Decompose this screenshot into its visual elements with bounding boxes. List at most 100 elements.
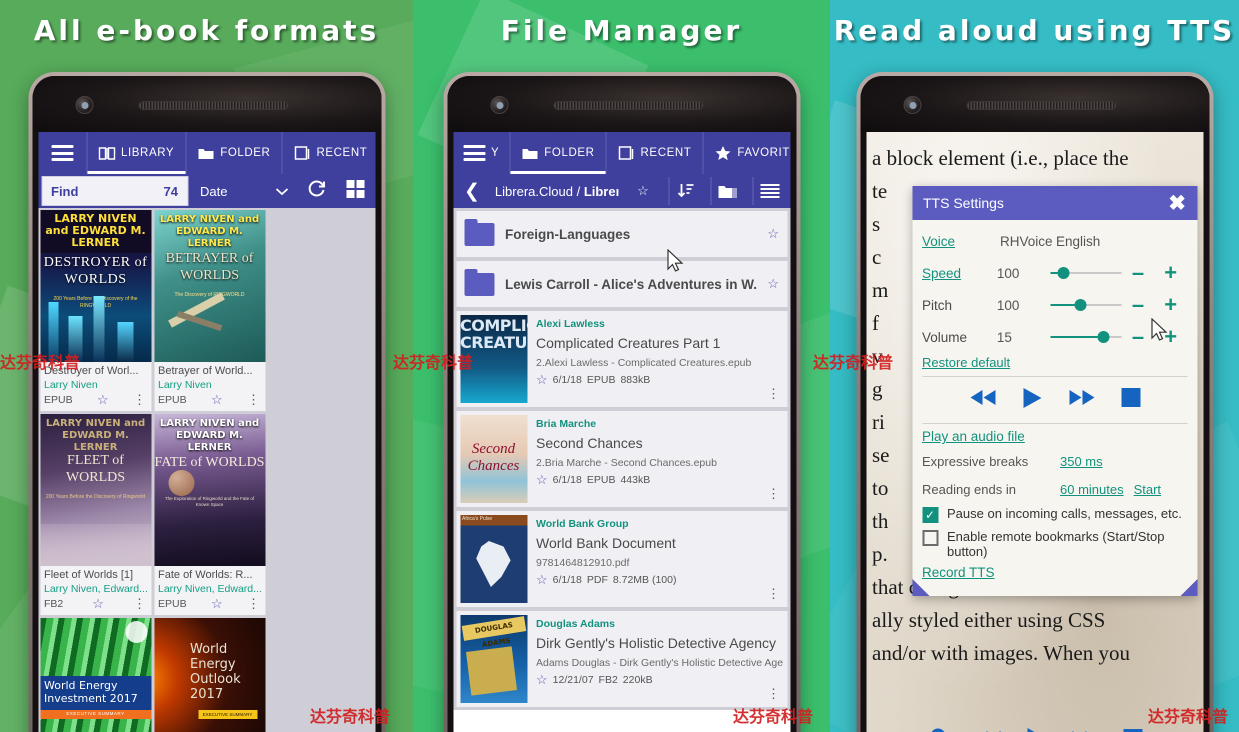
breadcrumb[interactable]: Librera.Cloud / Librera.Cloud [495,184,618,199]
folder-name: Lewis Carroll - Alice's Adventures in W.… [505,276,757,292]
tab-recent[interactable]: RECENT [607,132,704,174]
file-format: EPUB [586,474,616,486]
book-card[interactable]: World Energy Outlook 2017 EXECUTIVE SUMM… [154,618,265,732]
file-row[interactable]: Africa's Pulse World Bank Group World Ba… [456,511,787,607]
overflow-menu-icon[interactable]: ⋮ [247,597,260,610]
file-author: Douglas Adams [536,618,615,630]
close-icon[interactable]: ✖ [1168,193,1186,214]
reading-ends-value[interactable]: 60 minutes [1060,482,1124,497]
app-screen: a block element (i.e., place the te s c … [866,132,1203,732]
overflow-menu-icon[interactable]: ⋮ [133,393,146,406]
remote-bookmarks-row[interactable]: Enable remote bookmarks (Start/Stop butt… [922,526,1187,562]
tab-folder[interactable]: FOLDER [186,132,283,174]
settings-icon[interactable] [927,727,950,732]
pitch-increase-button[interactable]: + [1154,294,1187,316]
favorite-star-icon[interactable]: ☆ [767,276,779,292]
book-card[interactable]: LARRY NIVEN and EDWARD M. LERNER FLEET o… [40,414,151,615]
restore-default-link[interactable]: Restore default [922,353,1187,374]
file-row[interactable]: COMPLICATED CREATURES Alexi Lawless Comp… [456,311,787,407]
overflow-menu-icon[interactable]: ⋮ [767,387,780,400]
favorite-star-icon[interactable]: ☆ [536,472,548,488]
phone-bezel [860,76,1209,132]
book-card[interactable]: LARRY NIVEN and EDWARD M. LERNER BETRAYE… [154,210,265,411]
hamburger-icon [463,145,485,161]
earpiece-speaker [553,101,703,110]
voice-language[interactable]: English [1056,234,1100,249]
speed-decrease-button[interactable]: – [1122,262,1155,284]
thumb-text: DOUGLAS ADAMS [461,616,526,649]
pause-on-calls-row[interactable]: ✓ Pause on incoming calls, messages, etc… [922,503,1187,526]
forward-icon[interactable] [1068,389,1095,411]
cover-byline: LARRY NIVEN and EDWARD M. LERNER [45,212,146,249]
volume-slider[interactable] [1050,329,1122,345]
phone-bezel [32,76,381,132]
favorite-star-icon[interactable]: ☆ [536,672,548,688]
back-icon[interactable]: ❮ [457,180,487,203]
play-icon[interactable] [1022,387,1042,414]
search-input[interactable]: Find 74 [41,176,188,206]
tab-recent[interactable]: RECENT [282,132,375,174]
favorite-star-icon[interactable]: ☆ [97,392,109,408]
overflow-menu-icon[interactable]: ⋮ [767,587,780,600]
rewind-icon[interactable] [969,389,996,411]
favorite-star-icon[interactable]: ☆ [211,392,223,408]
checkbox-unchecked-icon[interactable] [922,530,938,546]
phone-frame: a block element (i.e., place the te s c … [856,72,1213,732]
tab-library[interactable]: LIBRARY [87,132,187,174]
page-title: File Manager [500,14,743,47]
volume-decrease-button[interactable]: – [1122,326,1155,348]
tab-label: Y [491,147,500,159]
favorite-star-icon[interactable]: ☆ [626,177,660,205]
stop-icon[interactable] [1121,388,1140,412]
camera-icon [903,96,921,114]
play-icon[interactable] [1027,727,1047,732]
book-card[interactable]: LARRY NIVEN and EDWARD M. LERNER FATE of… [154,414,265,615]
overflow-menu-icon[interactable]: ⋮ [767,687,780,700]
book-card[interactable]: LARRY NIVEN and EDWARD M. LERNER DESTROY… [40,210,151,411]
overflow-menu-icon[interactable]: ⋮ [247,393,260,406]
file-name: 2.Alexi Lawless - Complicated Creatures.… [536,357,752,369]
volume-increase-button[interactable]: + [1154,326,1187,348]
voice-link[interactable]: Voice [922,234,1000,249]
list-view-icon[interactable] [752,177,786,205]
tab-folder[interactable]: FOLDER [510,132,607,174]
view-mode-button[interactable] [338,176,372,206]
favorite-star-icon[interactable]: ☆ [211,596,223,612]
menu-button[interactable] [38,132,87,174]
favorite-star-icon[interactable]: ☆ [536,372,548,388]
tts-row-voice: Voice RHVoice English [922,225,1187,257]
speed-link[interactable]: Speed [922,266,997,281]
folder-view-icon[interactable] [710,177,744,205]
pitch-decrease-button[interactable]: – [1122,294,1155,316]
menu-button[interactable]: Y [453,132,511,174]
record-tts-link[interactable]: Record TTS [922,562,1187,590]
favorite-star-icon[interactable]: ☆ [92,596,104,612]
reader-bottom-bar: 9:28 AM Context Changes – 1 / 4 100% [866,727,1203,732]
favorite-star-icon[interactable]: ☆ [767,226,779,242]
checkbox-checked-icon[interactable]: ✓ [922,507,938,523]
tab-label: FOLDER [544,147,595,159]
pitch-slider[interactable] [1050,297,1122,313]
refresh-button[interactable] [300,176,334,206]
resize-handle-right[interactable] [1180,579,1197,596]
cover-subtitle: 200 Years Before the Discovery of Ringwo… [45,494,146,500]
phone-frame: Y FOLDER RECENT FAVORIT ❮ Librera.Cloud … [443,72,800,732]
book-card[interactable]: World Energy Investment 2017 EXECUTIVE S… [40,618,151,732]
file-row[interactable]: DOUGLAS ADAMS Douglas Adams Dirk Gently'… [456,611,787,707]
book-format: EPUB [44,394,73,406]
sort-icon[interactable] [668,177,702,205]
overflow-menu-icon[interactable]: ⋮ [133,597,146,610]
favorite-star-icon[interactable]: ☆ [536,572,548,588]
file-row[interactable]: Second Chances Bria Marche Second Chance… [456,411,787,507]
sort-dropdown[interactable]: Date [192,176,296,206]
speed-increase-button[interactable]: + [1154,262,1187,284]
expressive-breaks-value[interactable]: 350 ms [1060,454,1103,469]
tab-favorites[interactable]: FAVORITES [703,132,790,174]
resize-handle-left[interactable] [912,579,929,596]
overflow-menu-icon[interactable]: ⋮ [767,487,780,500]
speed-slider[interactable] [1050,265,1122,281]
reading-ends-start-button[interactable]: Start [1134,482,1161,497]
folder-row[interactable]: Foreign-Languages ☆ [456,211,787,257]
folder-row[interactable]: Lewis Carroll - Alice's Adventures in W.… [456,261,787,307]
play-audio-file-link[interactable]: Play an audio file [922,426,1187,447]
